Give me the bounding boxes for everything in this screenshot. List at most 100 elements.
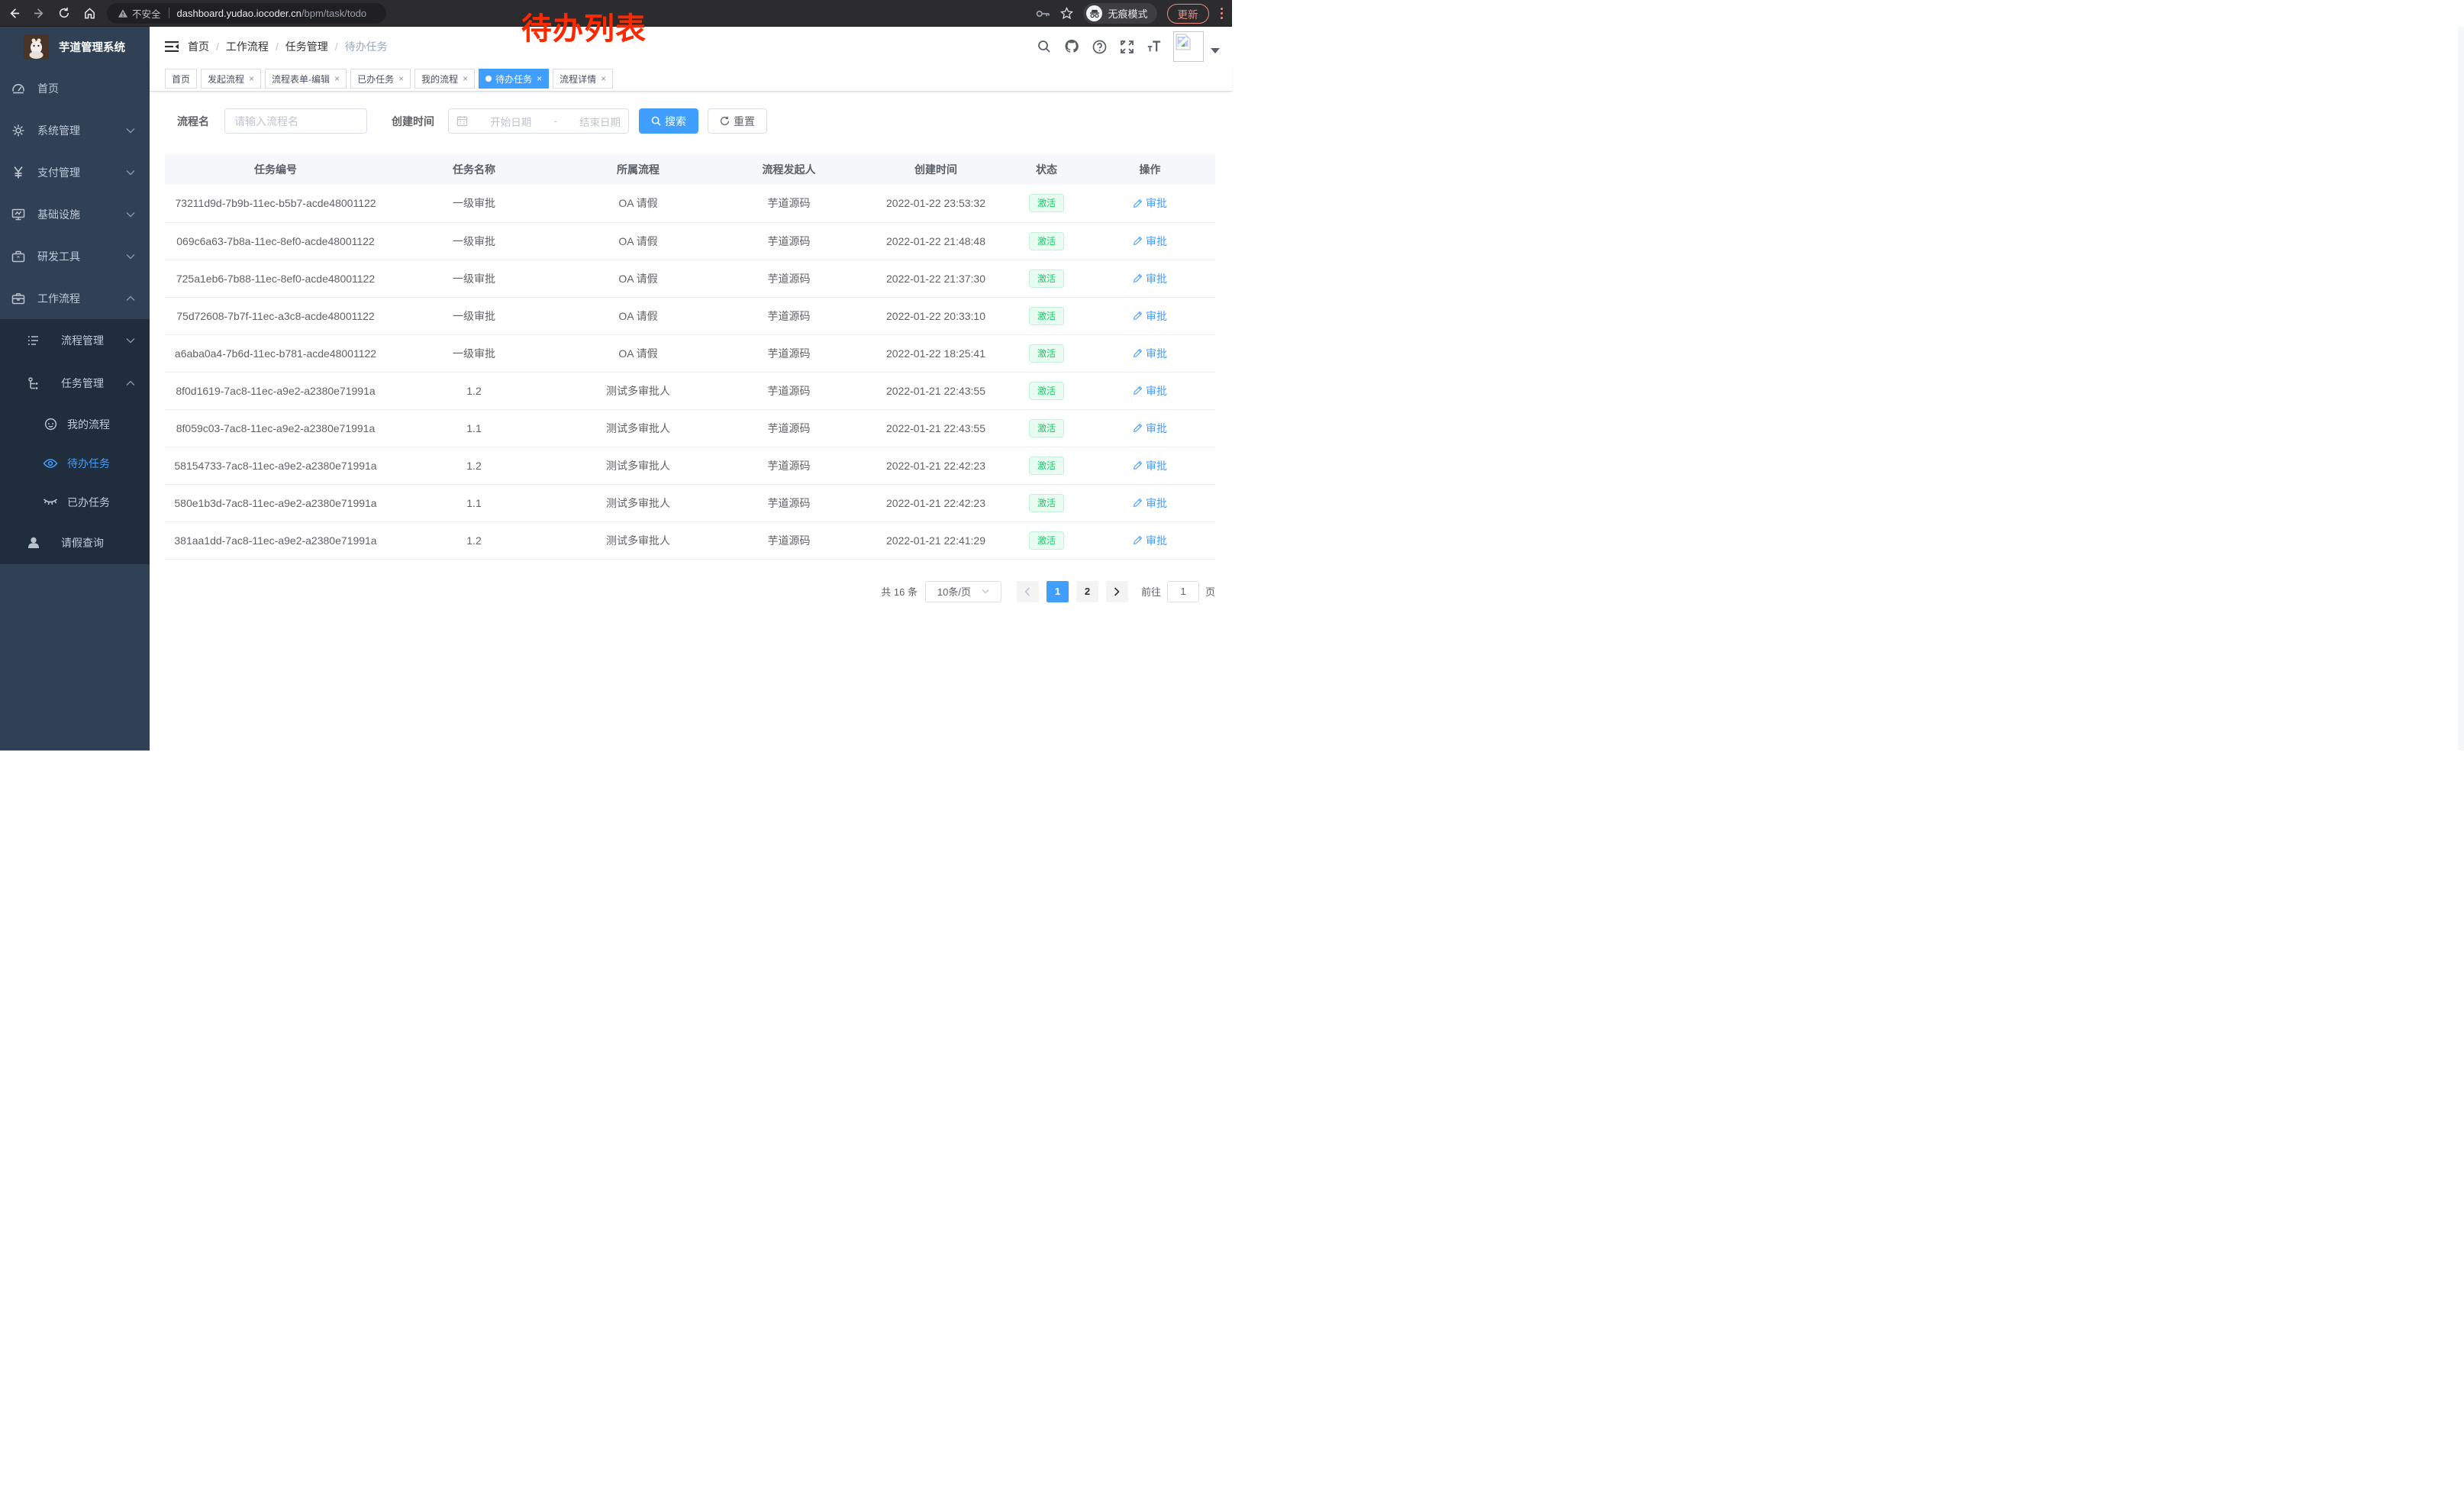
- password-key-icon[interactable]: [1036, 9, 1050, 18]
- url-text[interactable]: dashboard.yudao.iocoder.cn/bpm/task/todo: [177, 8, 367, 19]
- sidebar-item-workflow[interactable]: 工作流程: [0, 277, 150, 319]
- cell-process: OA 请假: [562, 260, 714, 297]
- browser-back-button[interactable]: [2, 2, 25, 24]
- bookmark-star-icon[interactable]: [1060, 7, 1073, 20]
- cell-task-id: a6aba0a4-7b6d-11ec-b781-acde48001122: [165, 334, 386, 372]
- active-tab-dot-icon: [485, 76, 492, 82]
- cell-task-id: 069c6a63-7b8a-11ec-8ef0-acde48001122: [165, 222, 386, 260]
- tab-3[interactable]: 已办任务×: [350, 69, 411, 89]
- tab-2[interactable]: 流程表单-编辑×: [265, 69, 347, 89]
- github-icon[interactable]: [1064, 38, 1079, 55]
- tab-4[interactable]: 我的流程×: [414, 69, 475, 89]
- approve-link[interactable]: 审批: [1133, 195, 1167, 211]
- tab-close-icon[interactable]: ×: [463, 74, 468, 83]
- sidebar-item-payment[interactable]: 支付管理: [0, 151, 150, 193]
- approve-link[interactable]: 审批: [1133, 346, 1167, 361]
- browser-home-button[interactable]: [78, 2, 101, 24]
- avatar[interactable]: [1173, 31, 1204, 62]
- process-name-input[interactable]: [224, 108, 367, 134]
- page-button-1[interactable]: 1: [1047, 581, 1069, 602]
- sidebar-item-my-process[interactable]: 我的流程: [0, 405, 150, 444]
- address-bar[interactable]: 不安全 dashboard.yudao.iocoder.cn/bpm/task/…: [107, 3, 386, 24]
- approve-link[interactable]: 审批: [1133, 383, 1167, 399]
- goto-page-input[interactable]: [1167, 581, 1199, 602]
- tab-close-icon[interactable]: ×: [398, 74, 404, 83]
- breadcrumb-home[interactable]: 首页: [188, 39, 209, 54]
- cell-operation: 审批: [1085, 222, 1215, 260]
- approve-link[interactable]: 审批: [1133, 421, 1167, 436]
- prev-page-button[interactable]: [1017, 581, 1039, 602]
- not-secure-badge[interactable]: 不安全: [118, 6, 161, 21]
- cell-create-time: 2022-01-22 23:53:32: [863, 185, 1008, 222]
- cell-initiator: 芋道源码: [714, 447, 863, 484]
- col-initiator: 流程发起人: [714, 154, 863, 185]
- cell-task-id: 75d72608-7b7f-11ec-a3c8-acde48001122: [165, 297, 386, 334]
- approve-link[interactable]: 审批: [1133, 308, 1167, 324]
- breadcrumb-workflow[interactable]: 工作流程: [226, 39, 269, 54]
- tab-close-icon[interactable]: ×: [601, 74, 606, 83]
- next-page-button[interactable]: [1106, 581, 1128, 602]
- cell-operation: 审批: [1085, 372, 1215, 409]
- tab-close-icon[interactable]: ×: [537, 74, 542, 83]
- tab-6[interactable]: 流程详情×: [553, 69, 613, 89]
- browser-menu-icon[interactable]: [1219, 8, 1225, 20]
- fullscreen-icon[interactable]: [1119, 38, 1134, 55]
- approve-link[interactable]: 审批: [1133, 533, 1167, 548]
- status-badge: 激活: [1029, 194, 1064, 212]
- sidebar-item-infrastructure[interactable]: 基础设施: [0, 193, 150, 235]
- tab-5[interactable]: 待办任务×: [479, 69, 549, 89]
- table-header-row: 任务编号 任务名称 所属流程 流程发起人 创建时间 状态 操作: [165, 154, 1215, 185]
- tab-close-icon[interactable]: ×: [249, 74, 254, 83]
- page-button-2[interactable]: 2: [1076, 581, 1098, 602]
- person-face-icon: [43, 417, 58, 431]
- sidebar-item-devtools[interactable]: 研发工具: [0, 235, 150, 277]
- cell-status: 激活: [1008, 334, 1085, 372]
- reset-button[interactable]: 重置: [708, 108, 767, 134]
- edit-icon: [1133, 236, 1143, 246]
- cell-operation: 审批: [1085, 297, 1215, 334]
- search-button[interactable]: 搜索: [639, 108, 698, 134]
- page-size-select[interactable]: 10条/页: [925, 581, 1001, 602]
- approve-link[interactable]: 审批: [1133, 234, 1167, 249]
- page-scrollbar[interactable]: [2458, 27, 2464, 750]
- cell-status: 激活: [1008, 260, 1085, 297]
- cell-initiator: 芋道源码: [714, 185, 863, 222]
- edit-icon: [1133, 498, 1143, 508]
- approve-link[interactable]: 审批: [1133, 271, 1167, 286]
- tab-0[interactable]: 首页: [165, 69, 197, 89]
- sidebar-fold-icon[interactable]: [159, 34, 185, 60]
- approve-link[interactable]: 审批: [1133, 495, 1167, 511]
- app-logo-row[interactable]: 芋道管理系统: [0, 27, 150, 67]
- tab-close-icon[interactable]: ×: [334, 74, 340, 83]
- breadcrumb-task-management[interactable]: 任务管理: [285, 39, 328, 54]
- sidebar-item-task-management[interactable]: 任务管理: [0, 362, 150, 405]
- browser-update-button[interactable]: 更新: [1167, 4, 1209, 24]
- sidebar-item-home[interactable]: 首页: [0, 67, 150, 109]
- cell-status: 激活: [1008, 185, 1085, 222]
- font-size-icon[interactable]: [1147, 38, 1162, 55]
- date-range-picker[interactable]: 开始日期 - 结束日期: [448, 108, 629, 134]
- chevron-down-icon: [126, 169, 135, 176]
- cell-create-time: 2022-01-21 22:42:23: [863, 484, 1008, 521]
- tab-1[interactable]: 发起流程×: [201, 69, 261, 89]
- approve-link[interactable]: 审批: [1133, 458, 1167, 473]
- sidebar-item-done-tasks[interactable]: 已办任务: [0, 483, 150, 521]
- end-date-placeholder[interactable]: 结束日期: [579, 114, 621, 129]
- sidebar-item-leave-query[interactable]: 请假查询: [0, 521, 150, 564]
- incognito-icon: [1086, 5, 1102, 21]
- cell-process: 测试多审批人: [562, 521, 714, 559]
- avatar-caret-icon[interactable]: [1211, 48, 1220, 53]
- browser-forward-button[interactable]: [27, 2, 50, 24]
- sidebar-item-todo-tasks[interactable]: 待办任务: [0, 444, 150, 483]
- start-date-placeholder[interactable]: 开始日期: [490, 114, 531, 129]
- cell-create-time: 2022-01-21 22:43:55: [863, 372, 1008, 409]
- chevron-down-icon: [126, 337, 135, 344]
- header-search-icon[interactable]: [1037, 38, 1052, 55]
- annotation-text: 待办列表: [521, 4, 647, 48]
- help-icon[interactable]: [1092, 38, 1107, 55]
- sidebar-item-process-management[interactable]: 流程管理: [0, 319, 150, 362]
- chevron-down-icon: [126, 253, 135, 260]
- create-time-label: 创建时间: [392, 114, 434, 129]
- browser-reload-button[interactable]: [53, 2, 76, 24]
- sidebar-item-system[interactable]: 系统管理: [0, 109, 150, 151]
